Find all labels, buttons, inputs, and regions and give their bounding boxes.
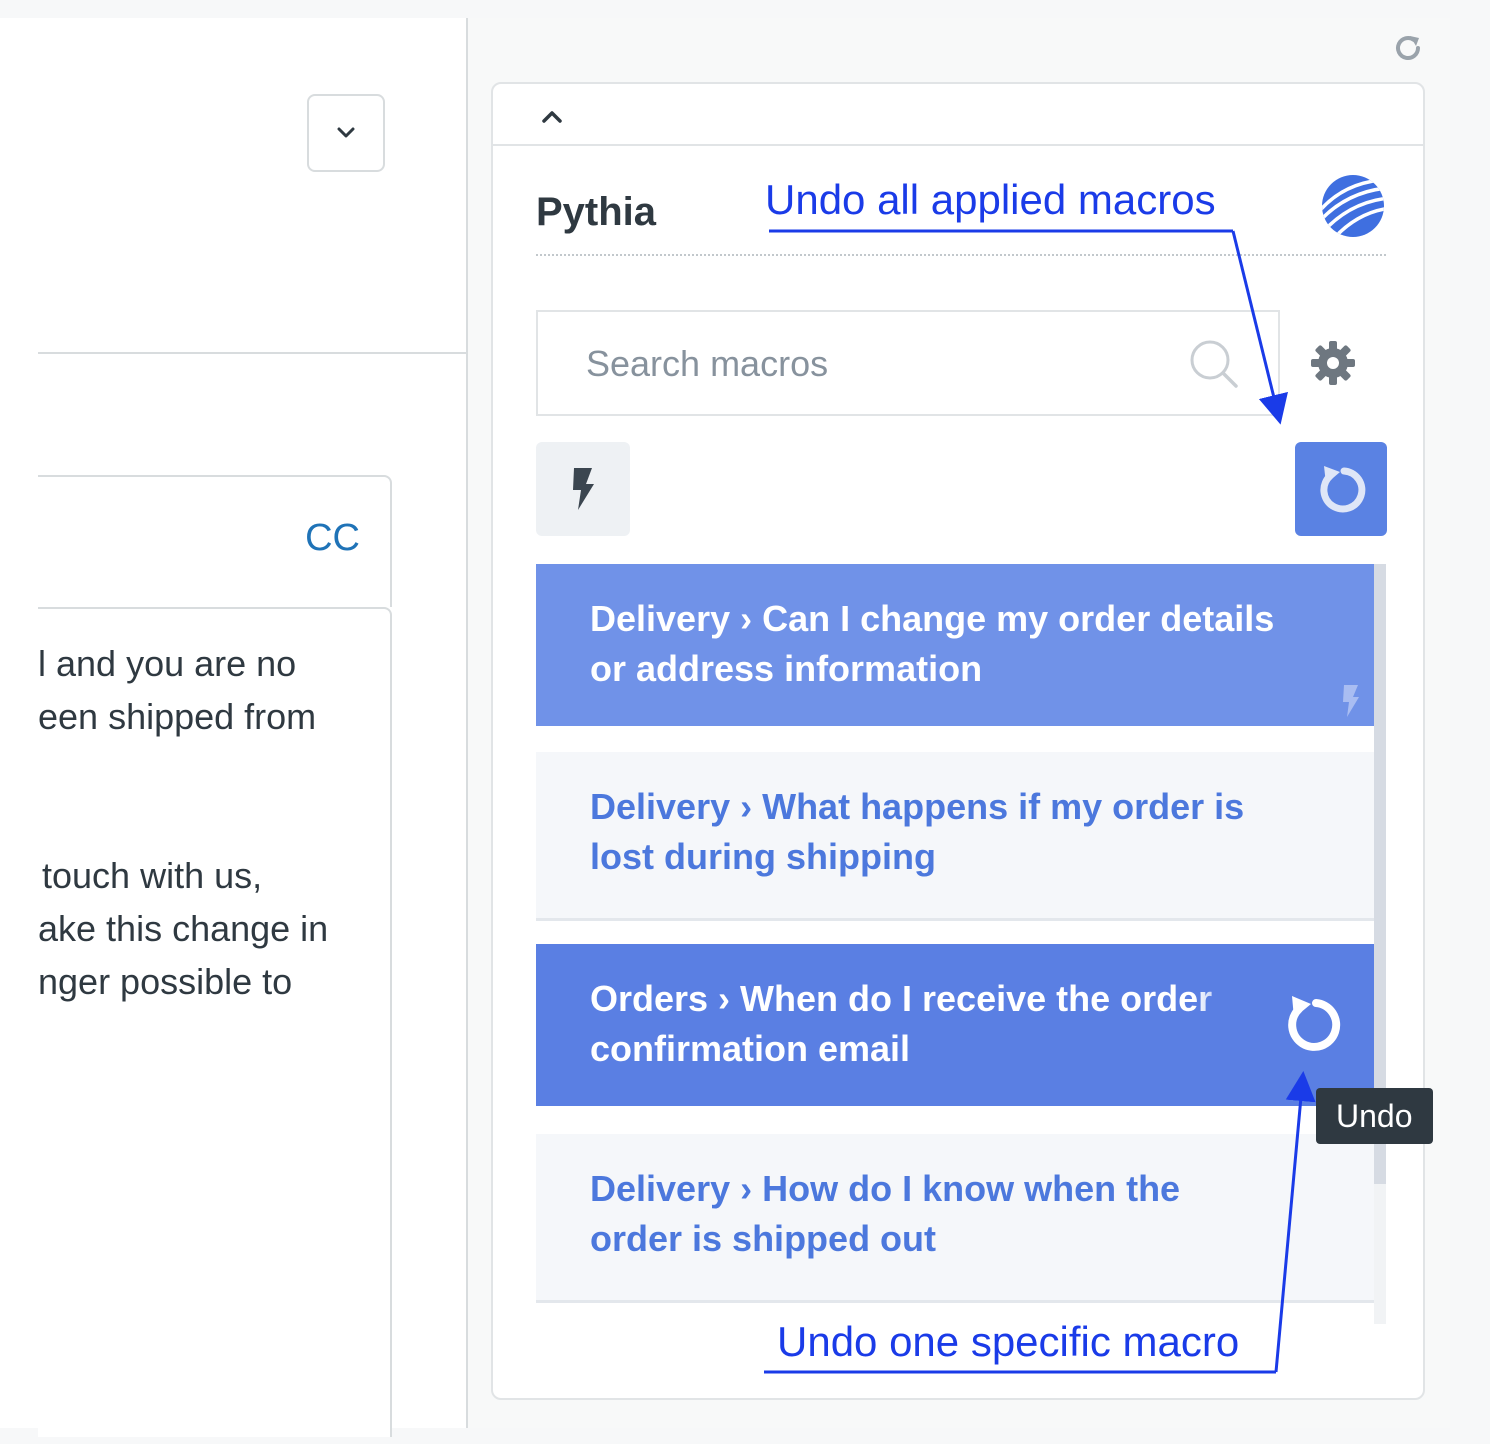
message-line: touch with us,	[42, 855, 263, 896]
dropdown-button[interactable]	[307, 94, 385, 172]
search-icon[interactable]	[1188, 338, 1240, 390]
bolt-icon	[573, 468, 594, 510]
message-line: een shipped from	[38, 696, 317, 737]
search-box[interactable]	[536, 310, 1280, 416]
chevron-up-icon[interactable]	[539, 104, 565, 128]
cc-link[interactable]: CC	[305, 517, 360, 560]
pythia-app-panel: Pythia Search macros Delivery › Can I ch…	[491, 82, 1425, 1400]
macro-item[interactable]: Delivery › How do I know when the order …	[536, 1134, 1374, 1300]
annotation-undo-all: Undo all applied macros	[765, 176, 1216, 223]
macro-item[interactable]: Delivery › What happens if my order is l…	[536, 752, 1374, 918]
text-fade	[1194, 968, 1254, 1028]
refresh-icon[interactable]	[1390, 30, 1426, 66]
message-line: l and you are no	[38, 643, 297, 684]
section-divider	[38, 352, 466, 354]
undo-all-button[interactable]	[1295, 442, 1387, 536]
message-line: nger possible to	[38, 961, 293, 1002]
message-line: ake this change in	[38, 908, 329, 949]
applied-macros-toggle-button[interactable]	[536, 442, 630, 536]
macro-item-applied[interactable]: Delivery › Can I change my order details…	[536, 564, 1374, 726]
undo-icon	[1320, 466, 1366, 513]
macro-label: Delivery › What happens if my order is l…	[590, 786, 1245, 877]
recipients-box: CC	[38, 475, 392, 607]
message-editor[interactable]: l and you are no een shipped from touch …	[38, 607, 392, 1437]
macro-label: Orders › When do I receive the order con…	[590, 978, 1213, 1069]
undo-icon[interactable]	[1280, 992, 1344, 1056]
title-divider	[536, 254, 1386, 256]
panel-header[interactable]	[493, 84, 1423, 146]
macro-label: Delivery › How do I know when the order …	[590, 1168, 1181, 1259]
undo-tooltip: Undo	[1316, 1088, 1433, 1144]
macro-list[interactable]: Delivery › Can I change my order details…	[536, 564, 1386, 1324]
macro-item-hovered[interactable]: Orders › When do I receive the order con…	[536, 944, 1374, 1106]
gear-icon[interactable]	[1309, 339, 1357, 387]
macro-label: Delivery › Can I change my order details…	[590, 598, 1275, 689]
app-title: Pythia	[536, 190, 657, 234]
annotation-undo-one: Undo one specific macro	[777, 1318, 1240, 1365]
chevron-down-icon	[337, 127, 355, 138]
search-input[interactable]	[584, 336, 1148, 392]
bolt-icon	[1343, 685, 1359, 717]
logo-icon	[1322, 175, 1384, 237]
